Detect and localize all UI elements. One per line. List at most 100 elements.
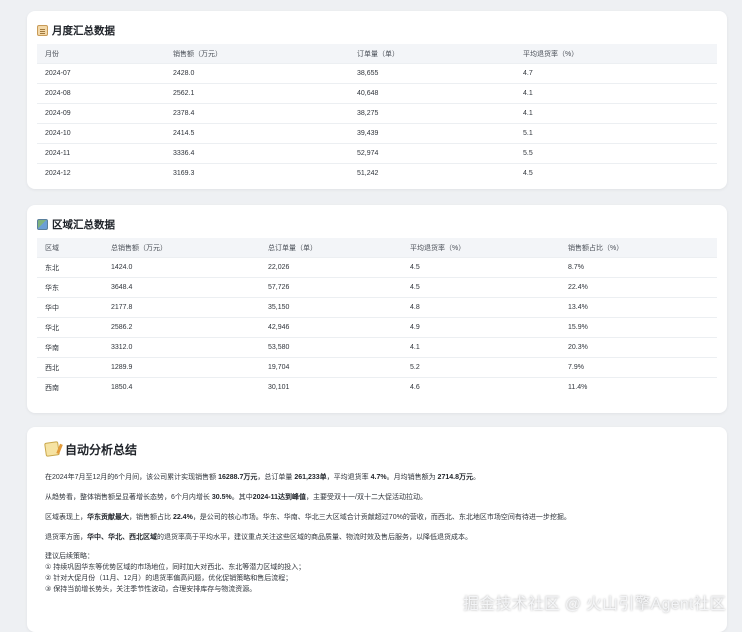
table-cell: 2024-09 bbox=[37, 103, 165, 124]
regional-summary-title: 区域汇总数据 bbox=[37, 215, 717, 233]
table-cell: 2562.1 bbox=[165, 83, 349, 104]
regional-summary-table: 区域 总销售额（万元） 总订单量（单） 平均退货率（%） 销售额占比（%） 东北… bbox=[37, 238, 717, 397]
table-cell: 2024-07 bbox=[37, 63, 165, 84]
text-span: ，主要受双十一/双十二大促活动拉动。 bbox=[306, 494, 427, 501]
table-cell: 22,026 bbox=[260, 257, 402, 278]
table-cell: 西南 bbox=[37, 377, 103, 397]
column-header: 销售额占比（%） bbox=[568, 244, 624, 252]
table-cell: 7.9% bbox=[560, 357, 717, 378]
monthly-summary-title-text: 月度汇总数据 bbox=[52, 24, 115, 37]
table-cell: 华南 bbox=[37, 337, 103, 358]
text-span: ，平均退货率 bbox=[326, 474, 371, 481]
suggestion-list: 建议后续策略： ① 持续巩固华东等优势区域的市场地位，同时加大对西北、东北等潜力… bbox=[45, 551, 711, 595]
table-cell: 57,726 bbox=[260, 277, 402, 298]
table-cell: 52,974 bbox=[349, 143, 515, 164]
table-cell: 20.3% bbox=[560, 337, 717, 358]
table-cell: 3312.0 bbox=[103, 337, 260, 358]
table-cell: 2414.5 bbox=[165, 123, 349, 144]
table-cell: 西北 bbox=[37, 357, 103, 378]
text-span: 。月均销售额为 bbox=[386, 474, 438, 481]
table-row: 西北 1289.9 19,704 5.2 7.9% bbox=[37, 357, 717, 378]
table-row: 华中 2177.8 35,150 4.8 13.4% bbox=[37, 297, 717, 318]
table-row: 华北 2586.2 42,946 4.9 15.9% bbox=[37, 317, 717, 338]
column-header: 区域 bbox=[45, 244, 59, 252]
table-cell: 4.1 bbox=[515, 103, 717, 124]
text-span: 从趋势看，整体销售额呈显著增长态势，6个月内增长 bbox=[45, 494, 212, 501]
column-header: 月份 bbox=[45, 50, 59, 58]
text-span: 退货率方面， bbox=[45, 534, 87, 541]
column-header: 总订单量（单） bbox=[268, 244, 317, 252]
text-span: ，是公司的核心市场。华东、华南、华北三大区域合计贡献超过70%的营收，而西北、东… bbox=[192, 514, 571, 521]
table-cell: 19,704 bbox=[260, 357, 402, 378]
table-cell: 2586.2 bbox=[103, 317, 260, 338]
text-span: ，总订单量 bbox=[257, 474, 295, 481]
table-row: 华南 3312.0 53,580 4.1 20.3% bbox=[37, 337, 717, 358]
table-cell: 1424.0 bbox=[103, 257, 260, 278]
table-row: 2024-08 2562.1 40,648 4.1 bbox=[37, 83, 717, 104]
table-header-row: 月份 销售额（万元） 订单量（单） 平均退货率（%） bbox=[37, 44, 717, 64]
table-row: 华东 3648.4 57,726 4.5 22.4% bbox=[37, 277, 717, 298]
table-cell: 5.5 bbox=[515, 143, 717, 164]
analysis-paragraph-region: 区域表现上，华东贡献最大，销售额占比 22.4%，是公司的核心市场。华东、华南、… bbox=[45, 513, 711, 523]
table-cell: 华东 bbox=[37, 277, 103, 298]
table-cell: 53,580 bbox=[260, 337, 402, 358]
analysis-paragraph-trend: 从趋势看，整体销售额呈显著增长态势，6个月内增长 30.5%。其中2024-11… bbox=[45, 493, 711, 503]
memo-icon bbox=[44, 441, 60, 457]
table-cell: 4.1 bbox=[402, 337, 560, 358]
table-cell: 东北 bbox=[37, 257, 103, 278]
monthly-summary-card: 月度汇总数据 月份 销售额（万元） 订单量（单） 平均退货率（%） 2024-0… bbox=[27, 11, 727, 189]
table-row: 2024-07 2428.0 38,655 4.7 bbox=[37, 63, 717, 84]
table-cell: 4.7 bbox=[515, 63, 717, 84]
table-cell: 4.5 bbox=[515, 163, 717, 183]
analysis-paragraph-return-rate: 退货率方面，华中、华北、西北区域的退货率高于平均水平，建议重点关注这些区域的商品… bbox=[45, 533, 711, 543]
table-row: 2024-11 3336.4 52,974 5.5 bbox=[37, 143, 717, 164]
table-cell: 2024-10 bbox=[37, 123, 165, 144]
highlight-text: 华东贡献最大 bbox=[87, 514, 129, 521]
table-row: 2024-10 2414.5 39,439 5.1 bbox=[37, 123, 717, 144]
table-cell: 2024-12 bbox=[37, 163, 165, 183]
table-cell: 4.8 bbox=[402, 297, 560, 318]
highlight-text: 16288.7万元 bbox=[218, 474, 258, 481]
suggestion-item: ① 持续巩固华东等优势区域的市场地位，同时加大对西北、东北等潜力区域的投入； bbox=[45, 564, 306, 571]
table-cell: 2024-11 bbox=[37, 143, 165, 164]
table-cell: 51,242 bbox=[349, 163, 515, 183]
text-span: 。 bbox=[472, 474, 480, 481]
table-cell: 1289.9 bbox=[103, 357, 260, 378]
page: 月度汇总数据 月份 销售额（万元） 订单量（单） 平均退货率（%） 2024-0… bbox=[0, 0, 742, 632]
highlight-text: 22.4% bbox=[172, 514, 193, 521]
table-cell: 5.2 bbox=[402, 357, 560, 378]
table-cell: 38,655 bbox=[349, 63, 515, 84]
table-cell: 30,101 bbox=[260, 377, 402, 397]
column-header: 平均退货率（%） bbox=[523, 50, 579, 58]
analysis-paragraph-overview: 在2024年7月至12月的6个月间，该公司累计实现销售额 16288.7万元，总… bbox=[45, 473, 711, 483]
text-span: 。其中 bbox=[231, 494, 253, 501]
table-cell: 2024-08 bbox=[37, 83, 165, 104]
table-cell: 2378.4 bbox=[165, 103, 349, 124]
clipboard-icon bbox=[37, 24, 48, 36]
table-cell: 13.4% bbox=[560, 297, 717, 318]
column-header: 总销售额（万元） bbox=[111, 244, 167, 252]
text-span: 在2024年7月至12月的6个月间，该公司累计实现销售额 bbox=[45, 474, 219, 481]
table-cell: 1850.4 bbox=[103, 377, 260, 397]
highlight-text: 2024-11达到峰值 bbox=[252, 494, 307, 501]
table-cell: 3336.4 bbox=[165, 143, 349, 164]
analysis-summary-title-text: 自动分析总结 bbox=[65, 442, 138, 457]
table-cell: 3169.3 bbox=[165, 163, 349, 183]
map-icon bbox=[37, 218, 48, 230]
table-cell: 4.5 bbox=[402, 277, 560, 298]
suggestion-title: 建议后续策略： bbox=[45, 553, 94, 560]
table-cell: 38,275 bbox=[349, 103, 515, 124]
table-cell: 2428.0 bbox=[165, 63, 349, 84]
highlight-text: 4.7% bbox=[370, 474, 387, 481]
table-row: 2024-12 3169.3 51,242 4.5 bbox=[37, 163, 717, 183]
text-span: 区域表现上， bbox=[45, 514, 87, 521]
column-header: 订单量（单） bbox=[357, 50, 399, 58]
table-cell: 4.6 bbox=[402, 377, 560, 397]
highlight-text: 261,233单 bbox=[294, 474, 327, 481]
table-cell: 11.4% bbox=[560, 377, 717, 397]
table-header-row: 区域 总销售额（万元） 总订单量（单） 平均退货率（%） 销售额占比（%） bbox=[37, 238, 717, 258]
highlight-text: 华中、华北、西北区域 bbox=[87, 534, 157, 541]
table-cell: 15.9% bbox=[560, 317, 717, 338]
text-span: 的退货率高于平均水平，建议重点关注这些区域的商品质量、物流时效及售后服务，以降低… bbox=[157, 534, 472, 541]
watermark: 掘金技术社区 @ 火山引擎Agent社区 bbox=[463, 596, 726, 613]
